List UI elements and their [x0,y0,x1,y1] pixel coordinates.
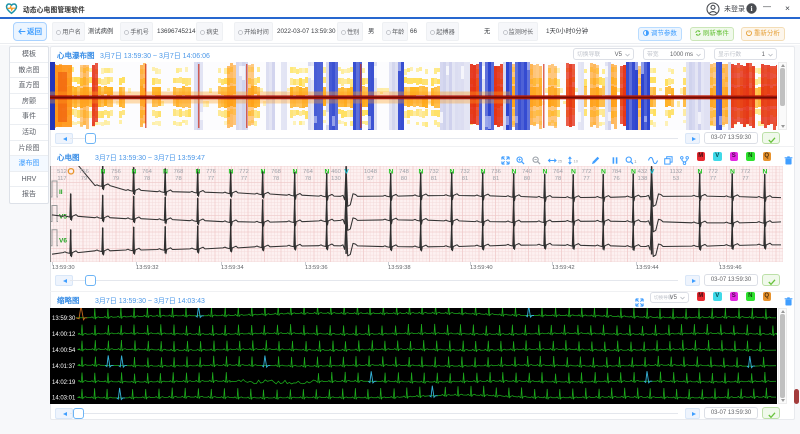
svg-text:77: 77 [710,176,716,182]
svg-text:78: 78 [555,176,561,182]
svg-text:N: N [132,168,137,175]
svg-text:81: 81 [431,176,437,182]
svg-text:512: 512 [57,169,67,175]
svg-text:764: 764 [303,169,313,175]
svg-text:V5: V5 [59,214,67,221]
svg-text:N: N [229,168,234,175]
svg-text:77: 77 [742,176,748,182]
svg-text:N: N [601,168,606,175]
svg-text:81: 81 [462,176,468,182]
svg-text:53: 53 [673,176,679,182]
svg-text:N: N [389,168,394,175]
svg-text:i: i [750,4,752,13]
svg-text:78: 78 [305,176,311,182]
svg-text:N: N [631,168,636,175]
svg-text:N: N [419,168,424,175]
svg-text:776: 776 [206,169,216,175]
svg-text:V: V [344,168,349,175]
svg-text:764: 764 [553,169,563,175]
svg-text:II: II [59,189,63,196]
svg-text:N: N [261,168,266,175]
svg-text:10: 10 [574,158,579,163]
svg-text:57: 57 [367,176,373,182]
svg-text:V: V [650,168,655,175]
svg-text:772: 772 [582,169,592,175]
svg-text:13:59:30: 13:59:30 [52,316,76,322]
svg-text:V6: V6 [59,238,67,245]
svg-text:732: 732 [460,169,470,175]
svg-text:768: 768 [271,169,281,175]
svg-text:130: 130 [331,176,341,182]
svg-text:1048: 1048 [364,169,377,175]
svg-text:N: N [101,168,106,175]
svg-text:81: 81 [493,176,499,182]
svg-text:N: N [512,168,517,175]
svg-text:N: N [163,168,168,175]
svg-text:14:02:19: 14:02:19 [52,380,76,386]
svg-text:740: 740 [522,169,532,175]
svg-text:772: 772 [708,169,718,175]
svg-text:748: 748 [399,169,409,175]
svg-text:14:03:01: 14:03:01 [52,396,76,402]
svg-text:736: 736 [491,169,501,175]
svg-text:80: 80 [401,176,407,182]
svg-text:768: 768 [174,169,184,175]
svg-text:432: 432 [638,169,648,175]
svg-text:77: 77 [208,176,214,182]
svg-text:14:00:54: 14:00:54 [52,348,76,354]
svg-text:79: 79 [113,176,119,182]
svg-text:138: 138 [638,176,648,182]
svg-text:78: 78 [175,176,181,182]
svg-text:N: N [450,168,455,175]
svg-text:78: 78 [273,176,279,182]
svg-text:N: N [571,168,576,175]
svg-text:N: N [293,168,298,175]
svg-text:N: N [325,168,330,175]
svg-text:N: N [730,168,735,175]
svg-text:79: 79 [81,176,87,182]
svg-text:756: 756 [111,169,121,175]
svg-text:460: 460 [331,169,341,175]
svg-text:76: 76 [613,176,619,182]
svg-text:N: N [196,168,201,175]
svg-text:764: 764 [142,169,152,175]
svg-text:14:01:37: 14:01:37 [52,364,76,370]
svg-text:77: 77 [583,176,589,182]
svg-text:732: 732 [429,169,439,175]
svg-text:117: 117 [57,176,66,182]
svg-text:N: N [543,168,548,175]
svg-text:80: 80 [524,176,530,182]
svg-text:1132: 1132 [670,169,682,175]
svg-text:25: 25 [558,158,562,163]
svg-text:N: N [698,168,703,175]
svg-text:772: 772 [741,169,751,175]
svg-text:N: N [481,168,486,175]
svg-text:N: N [763,168,768,175]
svg-text:14:00:12: 14:00:12 [52,332,76,338]
svg-text:1: 1 [634,159,637,164]
svg-text:77: 77 [241,176,247,182]
svg-text:784: 784 [612,169,622,175]
svg-text:756: 756 [79,169,89,175]
svg-text:772: 772 [239,169,249,175]
svg-text:78: 78 [144,176,150,182]
